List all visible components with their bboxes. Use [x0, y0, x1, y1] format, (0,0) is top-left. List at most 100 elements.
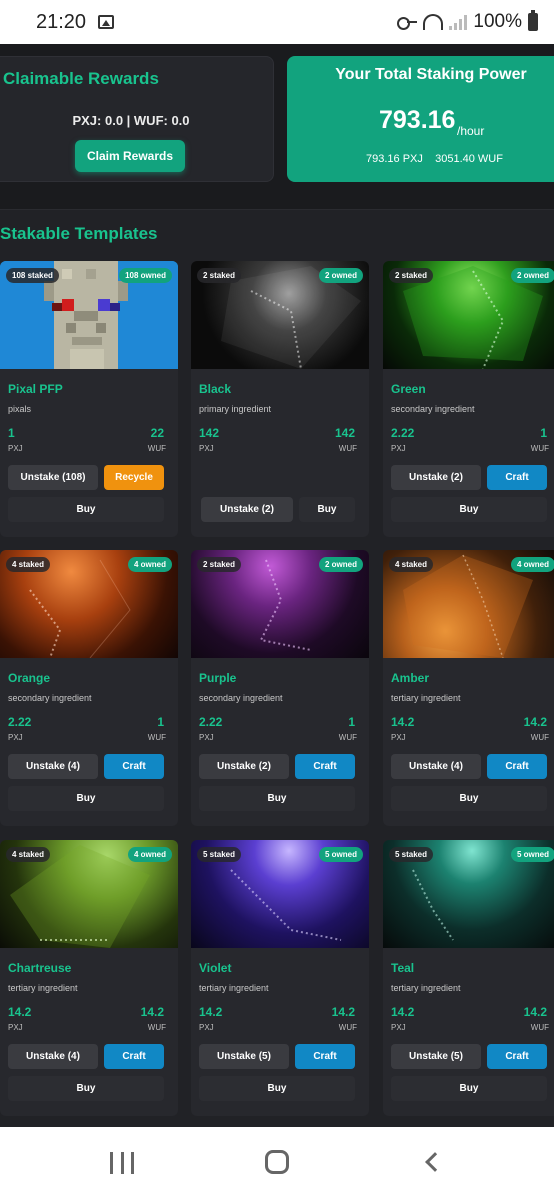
unstake-button[interactable]: Unstake (2): [201, 497, 293, 522]
staking-power-value: 793.16: [379, 106, 456, 134]
wuf-label: WUF: [530, 444, 549, 453]
wuf-value: 14.2: [523, 1005, 547, 1019]
power-pxj: 793.16 PXJ: [366, 153, 423, 165]
card-type: tertiary ingredient: [8, 983, 78, 993]
craft-button[interactable]: Craft: [487, 1044, 547, 1069]
unstake-button[interactable]: Unstake (2): [391, 465, 481, 490]
signal-icon: [449, 14, 468, 30]
card-name: Violet: [199, 961, 232, 975]
buy-button[interactable]: Buy: [391, 497, 547, 522]
wifi-icon: [423, 14, 444, 30]
claim-rewards-button[interactable]: Claim Rewards: [75, 140, 185, 172]
power-wuf: 3051.40 WUF: [435, 153, 503, 165]
owned-badge: 108 owned: [119, 268, 172, 283]
pxj-label: PXJ: [8, 733, 23, 742]
buy-button[interactable]: Buy: [8, 1076, 164, 1101]
clock: 21:20: [36, 10, 87, 33]
orange-cube-image: 4 staked 4 owned: [0, 550, 178, 658]
teal-cube-image: 5 staked 5 owned: [383, 840, 554, 948]
violet-cube-image: 5 staked 5 owned: [191, 840, 369, 948]
owned-badge: 4 owned: [127, 847, 172, 862]
craft-button[interactable]: Craft: [295, 754, 355, 779]
staking-power-breakdown: 793.16 PXJ 3051.40 WUF: [366, 153, 503, 165]
staked-badge: 4 staked: [6, 847, 51, 862]
craft-button[interactable]: Craft: [295, 1044, 355, 1069]
green-cube-image: 2 staked 2 owned: [383, 261, 554, 369]
template-card-teal: 5 staked 5 owned Teal tertiary ingredien…: [383, 840, 554, 1116]
card-name: Pixal PFP: [8, 382, 63, 396]
buy-button[interactable]: Buy: [199, 786, 355, 811]
staking-power-panel: Your Total Staking Power 793.16 /hour 79…: [287, 56, 554, 182]
owned-badge: 5 owned: [510, 847, 554, 862]
buy-button[interactable]: Buy: [199, 1076, 355, 1101]
wuf-value: 1: [157, 715, 164, 729]
wuf-value: 22: [150, 426, 164, 440]
pixal-pfp-image: 108 staked 108 owned: [0, 261, 178, 369]
claimable-rewards-panel: Claimable Rewards PXJ: 0.0 | WUF: 0.0 Cl…: [0, 56, 274, 182]
template-card-chartreuse: 4 staked 4 owned Chartreuse tertiary ing…: [0, 840, 178, 1116]
wuf-value: 14.2: [331, 1005, 355, 1019]
home-icon[interactable]: [265, 1150, 289, 1174]
staked-badge: 2 staked: [197, 557, 242, 572]
unstake-button[interactable]: Unstake (108): [8, 465, 98, 490]
unstake-button[interactable]: Unstake (2): [199, 754, 289, 779]
pxj-value: 2.22: [8, 715, 32, 729]
pxj-value: 14.2: [8, 1005, 32, 1019]
unstake-button[interactable]: Unstake (5): [391, 1044, 481, 1069]
wuf-label: WUF: [147, 733, 166, 742]
recents-icon[interactable]: [110, 1152, 134, 1174]
unstake-button[interactable]: Unstake (4): [8, 754, 98, 779]
template-card-purple: 2 staked 2 owned Purple secondary ingred…: [191, 550, 369, 826]
unstake-button[interactable]: Unstake (4): [391, 754, 481, 779]
card-name: Green: [391, 382, 426, 396]
card-type: secondary ingredient: [199, 693, 283, 703]
buy-button[interactable]: Buy: [391, 1076, 547, 1101]
unstake-button[interactable]: Unstake (5): [199, 1044, 289, 1069]
staked-badge: 2 staked: [389, 268, 434, 283]
wuf-label: WUF: [530, 733, 549, 742]
wuf-label: WUF: [338, 1023, 357, 1032]
pxj-label: PXJ: [199, 1023, 214, 1032]
craft-button[interactable]: Craft: [487, 465, 547, 490]
pxj-label: PXJ: [391, 733, 406, 742]
buy-button[interactable]: Buy: [299, 497, 355, 522]
card-type: tertiary ingredient: [199, 983, 269, 993]
pxj-label: PXJ: [199, 733, 214, 742]
wuf-value: 142: [334, 426, 355, 440]
wuf-label: WUF: [338, 733, 357, 742]
amber-cube-image: 4 staked 4 owned: [383, 550, 554, 658]
craft-button[interactable]: Craft: [487, 754, 547, 779]
unstake-button[interactable]: Unstake (4): [8, 1044, 98, 1069]
card-name: Chartreuse: [8, 961, 72, 975]
staking-power-unit: /hour: [457, 124, 485, 138]
card-type: secondary ingredient: [8, 693, 92, 703]
pxj-value: 1: [8, 426, 15, 440]
pxj-label: PXJ: [391, 1023, 406, 1032]
wuf-label: WUF: [147, 444, 166, 453]
template-card-pixal-pfp: 108 staked 108 owned Pixal PFP pixals 1 …: [0, 261, 178, 537]
craft-button[interactable]: Craft: [104, 754, 164, 779]
buy-button[interactable]: Buy: [8, 786, 164, 811]
template-card-green: 2 staked 2 owned Green secondary ingredi…: [383, 261, 554, 537]
wuf-value: 14.2: [140, 1005, 164, 1019]
wuf-value: 1: [348, 715, 355, 729]
buy-button[interactable]: Buy: [391, 786, 547, 811]
craft-button[interactable]: Craft: [104, 1044, 164, 1069]
back-icon[interactable]: [425, 1152, 445, 1172]
staking-power-title: Your Total Staking Power: [335, 66, 527, 83]
claimable-rewards-title: Claimable Rewards: [3, 69, 159, 88]
pxj-value: 14.2: [391, 715, 415, 729]
recycle-button[interactable]: Recycle: [104, 465, 164, 490]
card-type: pixals: [8, 404, 32, 414]
wuf-label: WUF: [147, 1023, 166, 1032]
buy-button[interactable]: Buy: [8, 497, 164, 522]
pxj-label: PXJ: [8, 1023, 23, 1032]
card-type: tertiary ingredient: [391, 983, 461, 993]
pxj-label: PXJ: [8, 444, 23, 453]
owned-badge: 4 owned: [127, 557, 172, 572]
claimable-values: PXJ: 0.0 | WUF: 0.0: [72, 113, 190, 128]
pxj-value: 2.22: [199, 715, 223, 729]
pxj-value: 2.22: [391, 426, 415, 440]
wuf-label: WUF: [530, 1023, 549, 1032]
card-type: primary ingredient: [199, 404, 272, 414]
